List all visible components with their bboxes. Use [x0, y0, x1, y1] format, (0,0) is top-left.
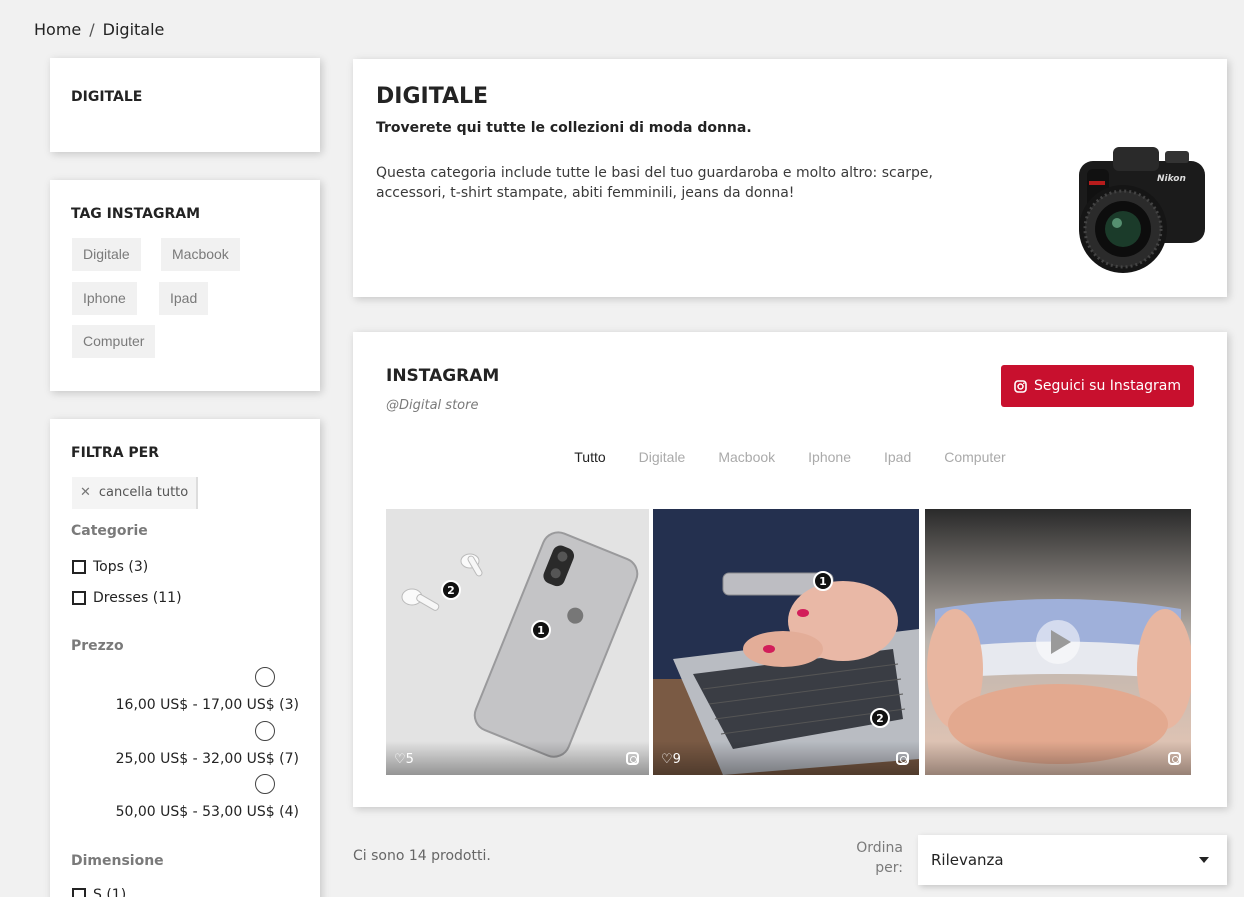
instagram-handle: @Digital store [386, 398, 479, 413]
instagram-post-3-video[interactable] [925, 509, 1191, 775]
follow-instagram-label: Seguici su Instagram [1033, 378, 1182, 394]
tag-digitale[interactable]: Digitale [72, 238, 141, 271]
iphone-airpods-photo [386, 509, 649, 775]
tag-ipad[interactable]: Ipad [159, 282, 209, 315]
instagram-gallery: INSTAGRAM @Digital store Seguici su Inst… [353, 332, 1227, 807]
instagram-title: INSTAGRAM [386, 366, 500, 386]
clear-all-button[interactable]: ✕ cancella tutto [72, 477, 199, 509]
post-overlay [925, 741, 1191, 775]
price-option-2[interactable]: 25,00 US$ - 32,00 US$ (7) [116, 751, 299, 767]
checkbox[interactable] [72, 560, 86, 574]
tab-ipad[interactable]: Ipad [884, 449, 911, 465]
category-subtitle: Troverete qui tutte le collezioni di mod… [376, 120, 752, 136]
price-radio-2[interactable] [255, 721, 275, 741]
instagram-post-1[interactable]: 1 2 ♡5 [386, 509, 649, 775]
tag-computer[interactable]: Computer [72, 325, 156, 358]
sort-label: Ordina per: [856, 840, 903, 876]
instagram-tags-title: TAG INSTAGRAM [71, 206, 201, 222]
checkbox[interactable] [72, 888, 86, 897]
instagram-icon [1014, 379, 1027, 393]
sidebar-category-block: DIGITALE [50, 58, 320, 152]
facet-categories-title: Categorie [71, 523, 148, 539]
heart-icon: ♡ [661, 752, 673, 767]
caret-down-icon [1199, 857, 1209, 863]
breadcrumb-separator: / [89, 20, 95, 39]
facet-price-title: Prezzo [71, 638, 124, 654]
category-description: Questa categoria include tutte le basi d… [376, 165, 933, 201]
close-icon: ✕ [80, 485, 91, 500]
tag-iphone[interactable]: Iphone [72, 282, 137, 315]
clear-all-label: cancella tutto [98, 485, 189, 500]
tag-macbook[interactable]: Macbook [161, 238, 240, 271]
breadcrumb-current: Digitale [102, 20, 165, 39]
instagram-icon [896, 752, 909, 765]
price-radio-1[interactable] [255, 667, 275, 687]
post-likes-count: 5 [405, 752, 414, 767]
follow-instagram-button[interactable]: Seguici su Instagram [1001, 365, 1194, 407]
post-likes: ♡9 [661, 752, 681, 767]
instagram-icon [626, 752, 639, 765]
hands-phone-video [925, 509, 1191, 775]
price-option-1[interactable]: 16,00 US$ - 17,00 US$ (3) [116, 697, 299, 713]
tab-macbook[interactable]: Macbook [718, 449, 775, 465]
sort-select[interactable]: Rilevanza [918, 835, 1227, 885]
filter-option-label: Dresses (11) [93, 590, 182, 606]
tab-digitale[interactable]: Digitale [639, 449, 686, 465]
sidebar-category-title[interactable]: DIGITALE [71, 89, 142, 105]
svg-text:Nikon: Nikon [1157, 174, 1186, 184]
post-overlay [653, 741, 919, 775]
camera-image: Nikon [1079, 147, 1205, 273]
hotspot-1[interactable]: 1 [813, 571, 833, 591]
heart-icon: ♡ [394, 752, 406, 767]
filter-size-s[interactable]: S (1) [72, 887, 126, 897]
price-option-3[interactable]: 50,00 US$ - 53,00 US$ (4) [116, 804, 299, 820]
instagram-post-2[interactable]: 1 2 ♡9 [653, 509, 919, 775]
instagram-tags-block: TAG INSTAGRAM Digitale Macbook Iphone Ip… [50, 180, 320, 391]
filter-title: FILTRA PER [71, 445, 160, 461]
filter-category-dresses[interactable]: Dresses (11) [72, 590, 182, 606]
tab-iphone[interactable]: Iphone [808, 449, 851, 465]
price-radio-3[interactable] [255, 774, 275, 794]
facet-size-title: Dimensione [71, 853, 164, 869]
post-likes: ♡5 [394, 752, 414, 767]
hotspot-2[interactable]: 2 [441, 580, 461, 600]
breadcrumb-home-link[interactable]: Home [34, 20, 81, 39]
post-likes-count: 9 [672, 752, 681, 767]
post-overlay [386, 741, 649, 775]
category-header: DIGITALE Troverete qui tutte le collezio… [353, 59, 1227, 297]
sort-selected-value: Rilevanza [931, 851, 1004, 869]
category-title: DIGITALE [376, 84, 489, 109]
checkbox[interactable] [72, 591, 86, 605]
hotspot-1[interactable]: 1 [531, 620, 551, 640]
tab-computer[interactable]: Computer [944, 449, 1005, 465]
filter-block: FILTRA PER ✕ cancella tutto Categorie Top… [50, 419, 320, 897]
breadcrumb: Home / Digitale [34, 20, 164, 39]
filter-category-tops[interactable]: Tops (3) [72, 559, 148, 575]
tab-tutto[interactable]: Tutto [574, 449, 605, 465]
filter-option-label: S (1) [93, 887, 127, 897]
instagram-icon [1168, 752, 1181, 765]
instagram-filter-tabs: Tutto Digitale Macbook Iphone Ipad Compu… [353, 449, 1227, 465]
filter-option-label: Tops (3) [93, 559, 149, 575]
products-count: Ci sono 14 prodotti. [353, 848, 491, 864]
hotspot-2[interactable]: 2 [870, 708, 890, 728]
phone-laptop-photo [653, 509, 919, 775]
